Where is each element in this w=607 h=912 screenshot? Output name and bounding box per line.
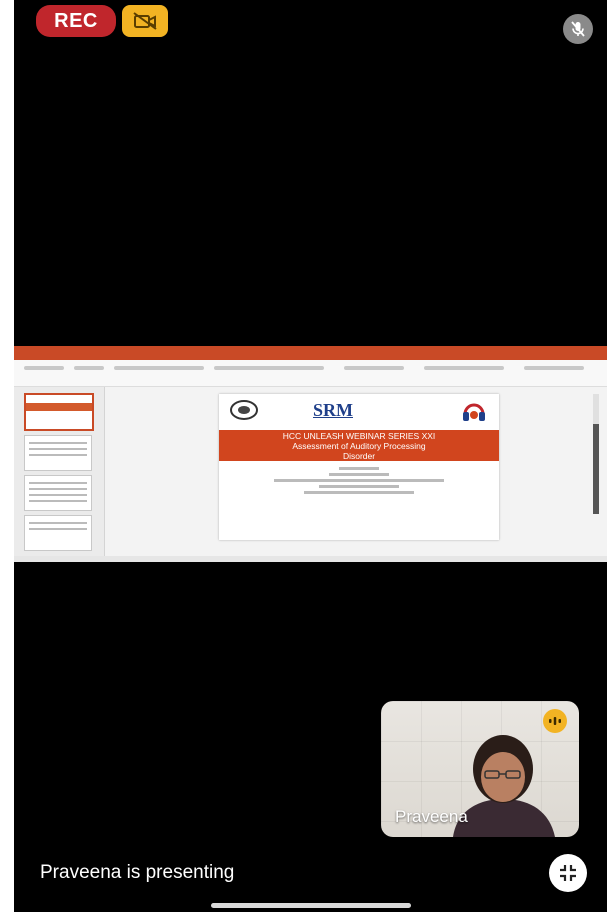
exit-fullscreen-icon[interactable] [549, 854, 587, 892]
powerpoint-title-bar [14, 346, 607, 360]
slide-title-line: Disorder [342, 451, 376, 461]
mic-off-icon[interactable] [563, 14, 593, 44]
meeting-screen: REC SRM HCC UNLEASH WEBINAR SERIES XXI A… [14, 0, 607, 912]
powerpoint-ribbon [14, 360, 607, 387]
slide-thumbnail[interactable] [24, 393, 94, 431]
device-frame: REC SRM HCC UNLEASH WEBINAR SERIES XXI A… [0, 0, 607, 912]
slide-thumbnail[interactable] [24, 435, 92, 471]
slide-thumbnails [14, 387, 105, 557]
slide-title-line: Assessment of Auditory Processing [292, 441, 426, 451]
current-slide: SRM HCC UNLEASH WEBINAR SERIES XXI Asses… [219, 394, 499, 540]
shared-screen[interactable]: SRM HCC UNLEASH WEBINAR SERIES XXI Asses… [14, 346, 607, 562]
recording-badge: REC [36, 5, 116, 37]
scrollbar[interactable] [593, 394, 599, 514]
institute-logo-icon [230, 400, 258, 420]
powerpoint-status-bar [14, 556, 607, 562]
participant-tile[interactable]: Praveena [381, 701, 579, 837]
presenting-status: Praveena is presenting [40, 862, 235, 883]
audio-wave-icon [543, 709, 567, 733]
srm-logo: SRM [313, 400, 353, 420]
slide-speaker-details [219, 464, 499, 497]
headphones-logo-icon [463, 403, 485, 421]
slide-header: SRM [219, 394, 499, 428]
home-indicator[interactable] [211, 903, 411, 908]
slide-thumbnail[interactable] [24, 475, 92, 511]
video-off-icon[interactable] [122, 5, 168, 37]
slide-thumbnail[interactable] [24, 515, 92, 551]
slide-title-line: HCC UNLEASH WEBINAR SERIES XXI [282, 431, 436, 441]
participant-name: Praveena [395, 807, 468, 826]
slide-title-band: HCC UNLEASH WEBINAR SERIES XXI Assessmen… [219, 430, 499, 461]
